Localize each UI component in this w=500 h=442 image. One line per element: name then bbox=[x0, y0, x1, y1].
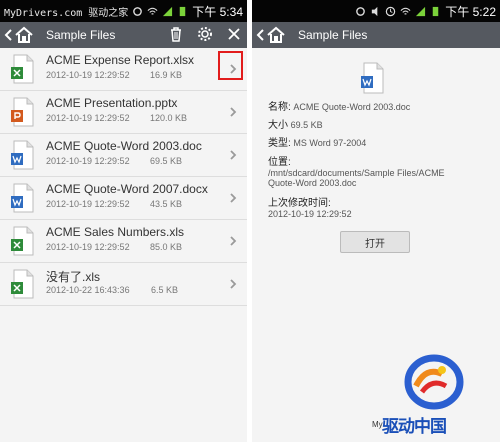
file-name: ACME Sales Numbers.xls bbox=[46, 225, 185, 239]
back-chevron-icon bbox=[4, 29, 12, 41]
file-name: 没有了.xls bbox=[46, 270, 101, 284]
excel-file-icon bbox=[11, 226, 34, 256]
type-label: 类型: bbox=[268, 138, 291, 149]
file-date: 2012-10-22 16:43:36 bbox=[46, 285, 130, 295]
file-size: 120.0 KB bbox=[150, 113, 188, 123]
size-value: 69.5 KB bbox=[290, 120, 323, 130]
status-bar: MyDrivers.com 驱动之家 下午 5:34 bbox=[0, 0, 247, 22]
file-name: ACME Quote-Word 2007.docx bbox=[46, 182, 208, 196]
alarm-icon bbox=[386, 6, 396, 17]
file-row[interactable]: ACME Quote-Word 2007.docx 2012-10-19 12:… bbox=[0, 177, 247, 220]
open-button[interactable]: 打开 bbox=[340, 231, 410, 253]
home-icon bbox=[15, 26, 33, 43]
app-bar: Sample Files bbox=[252, 22, 500, 48]
file-list-screen: MyDrivers.com 驱动之家 下午 5:34 Sample Files … bbox=[0, 0, 247, 442]
sync-icon bbox=[133, 7, 143, 16]
mute-icon bbox=[372, 6, 378, 17]
file-size: 16.9 KB bbox=[150, 70, 183, 80]
modified-label: 上次修改时间: bbox=[268, 198, 331, 209]
file-row[interactable]: ACME Quote-Word 2003.doc 2012-10-19 12:2… bbox=[0, 134, 247, 177]
file-list: ACME Expense Report.xlsx 2012-10-19 12:2… bbox=[0, 48, 247, 306]
file-size: 6.5 KB bbox=[150, 285, 178, 295]
file-name: ACME Presentation.pptx bbox=[46, 96, 178, 110]
chevron-right-icon[interactable] bbox=[226, 276, 240, 292]
trash-icon[interactable] bbox=[169, 26, 183, 42]
chevron-right-icon[interactable] bbox=[226, 61, 240, 77]
location-value-line1: /mnt/sdcard/documents/Sample Files/ACME bbox=[268, 168, 445, 178]
file-name: ACME Quote-Word 2003.doc bbox=[46, 139, 202, 153]
location-value-line2: Quote-Word 2003.doc bbox=[268, 178, 357, 188]
file-row[interactable]: 没有了.xls 2012-10-22 16:43:36 6.5 KB bbox=[0, 263, 247, 306]
chevron-right-icon[interactable] bbox=[226, 190, 240, 206]
excel-file-icon bbox=[11, 54, 34, 84]
close-icon[interactable] bbox=[227, 26, 241, 42]
file-row[interactable]: ACME Sales Numbers.xls 2012-10-19 12:29:… bbox=[0, 220, 247, 263]
modified-value: 2012-10-19 12:29:52 bbox=[268, 209, 352, 219]
app-bar: Sample Files bbox=[0, 22, 247, 48]
home-button[interactable] bbox=[256, 26, 290, 44]
watermark-brand: 驱动中国 bbox=[382, 417, 447, 437]
word-file-icon bbox=[11, 183, 34, 213]
back-chevron-icon bbox=[256, 29, 264, 41]
chevron-right-icon[interactable] bbox=[226, 147, 240, 163]
gear-icon[interactable] bbox=[197, 26, 213, 42]
name-label: 名称: bbox=[268, 102, 291, 113]
wifi-icon bbox=[400, 7, 411, 15]
file-date: 2012-10-19 12:29:52 bbox=[46, 156, 130, 166]
name-field: 名称: ACME Quote-Word 2003.doc bbox=[268, 98, 410, 113]
wifi-icon bbox=[147, 7, 158, 15]
file-size: 85.0 KB bbox=[150, 242, 183, 252]
file-date: 2012-10-19 12:29:52 bbox=[46, 199, 130, 209]
chevron-right-icon[interactable] bbox=[226, 104, 240, 120]
location-label: 位置: bbox=[268, 157, 291, 168]
location-field: 位置: /mnt/sdcard/documents/Sample Files/A… bbox=[268, 153, 445, 188]
file-size: 43.5 KB bbox=[150, 199, 183, 209]
app-bar-title: Sample Files bbox=[46, 28, 116, 42]
word-file-icon bbox=[361, 62, 384, 94]
type-field: 类型: MS Word 97-2004 bbox=[268, 134, 366, 149]
watermark-text: MyDrivers.com 驱动之家 bbox=[4, 8, 129, 19]
status-time: 下午 5:34 bbox=[192, 5, 243, 19]
signal-icon bbox=[416, 6, 426, 17]
signal-icon bbox=[163, 6, 173, 17]
file-date: 2012-10-19 12:29:52 bbox=[46, 242, 130, 252]
size-label: 大小 bbox=[268, 120, 288, 131]
home-button[interactable] bbox=[4, 26, 38, 44]
type-value: MS Word 97-2004 bbox=[293, 138, 367, 148]
battery-icon bbox=[180, 6, 186, 17]
chevron-right-icon[interactable] bbox=[226, 233, 240, 249]
file-size: 69.5 KB bbox=[150, 156, 183, 166]
excel-file-icon bbox=[11, 269, 34, 299]
file-row[interactable]: ACME Presentation.pptx 2012-10-19 12:29:… bbox=[0, 91, 247, 134]
powerpoint-file-icon bbox=[11, 97, 34, 127]
status-time: 下午 5:22 bbox=[445, 5, 496, 19]
file-row[interactable]: ACME Expense Report.xlsx 2012-10-19 12:2… bbox=[0, 48, 247, 91]
battery-icon bbox=[433, 6, 439, 17]
file-date: 2012-10-19 12:29:52 bbox=[46, 113, 130, 123]
watermark-logo bbox=[404, 354, 464, 410]
sync-icon bbox=[356, 7, 366, 16]
modified-field: 上次修改时间: 2012-10-19 12:29:52 bbox=[268, 194, 352, 219]
status-bar: 下午 5:22 bbox=[252, 0, 500, 22]
word-file-icon bbox=[11, 140, 34, 170]
app-bar-title: Sample Files bbox=[298, 28, 368, 42]
size-field: 大小 69.5 KB bbox=[268, 116, 323, 131]
file-name: ACME Expense Report.xlsx bbox=[46, 53, 195, 67]
file-date: 2012-10-19 12:29:52 bbox=[46, 70, 130, 80]
home-icon bbox=[267, 26, 285, 43]
name-value: ACME Quote-Word 2003.doc bbox=[293, 102, 411, 112]
